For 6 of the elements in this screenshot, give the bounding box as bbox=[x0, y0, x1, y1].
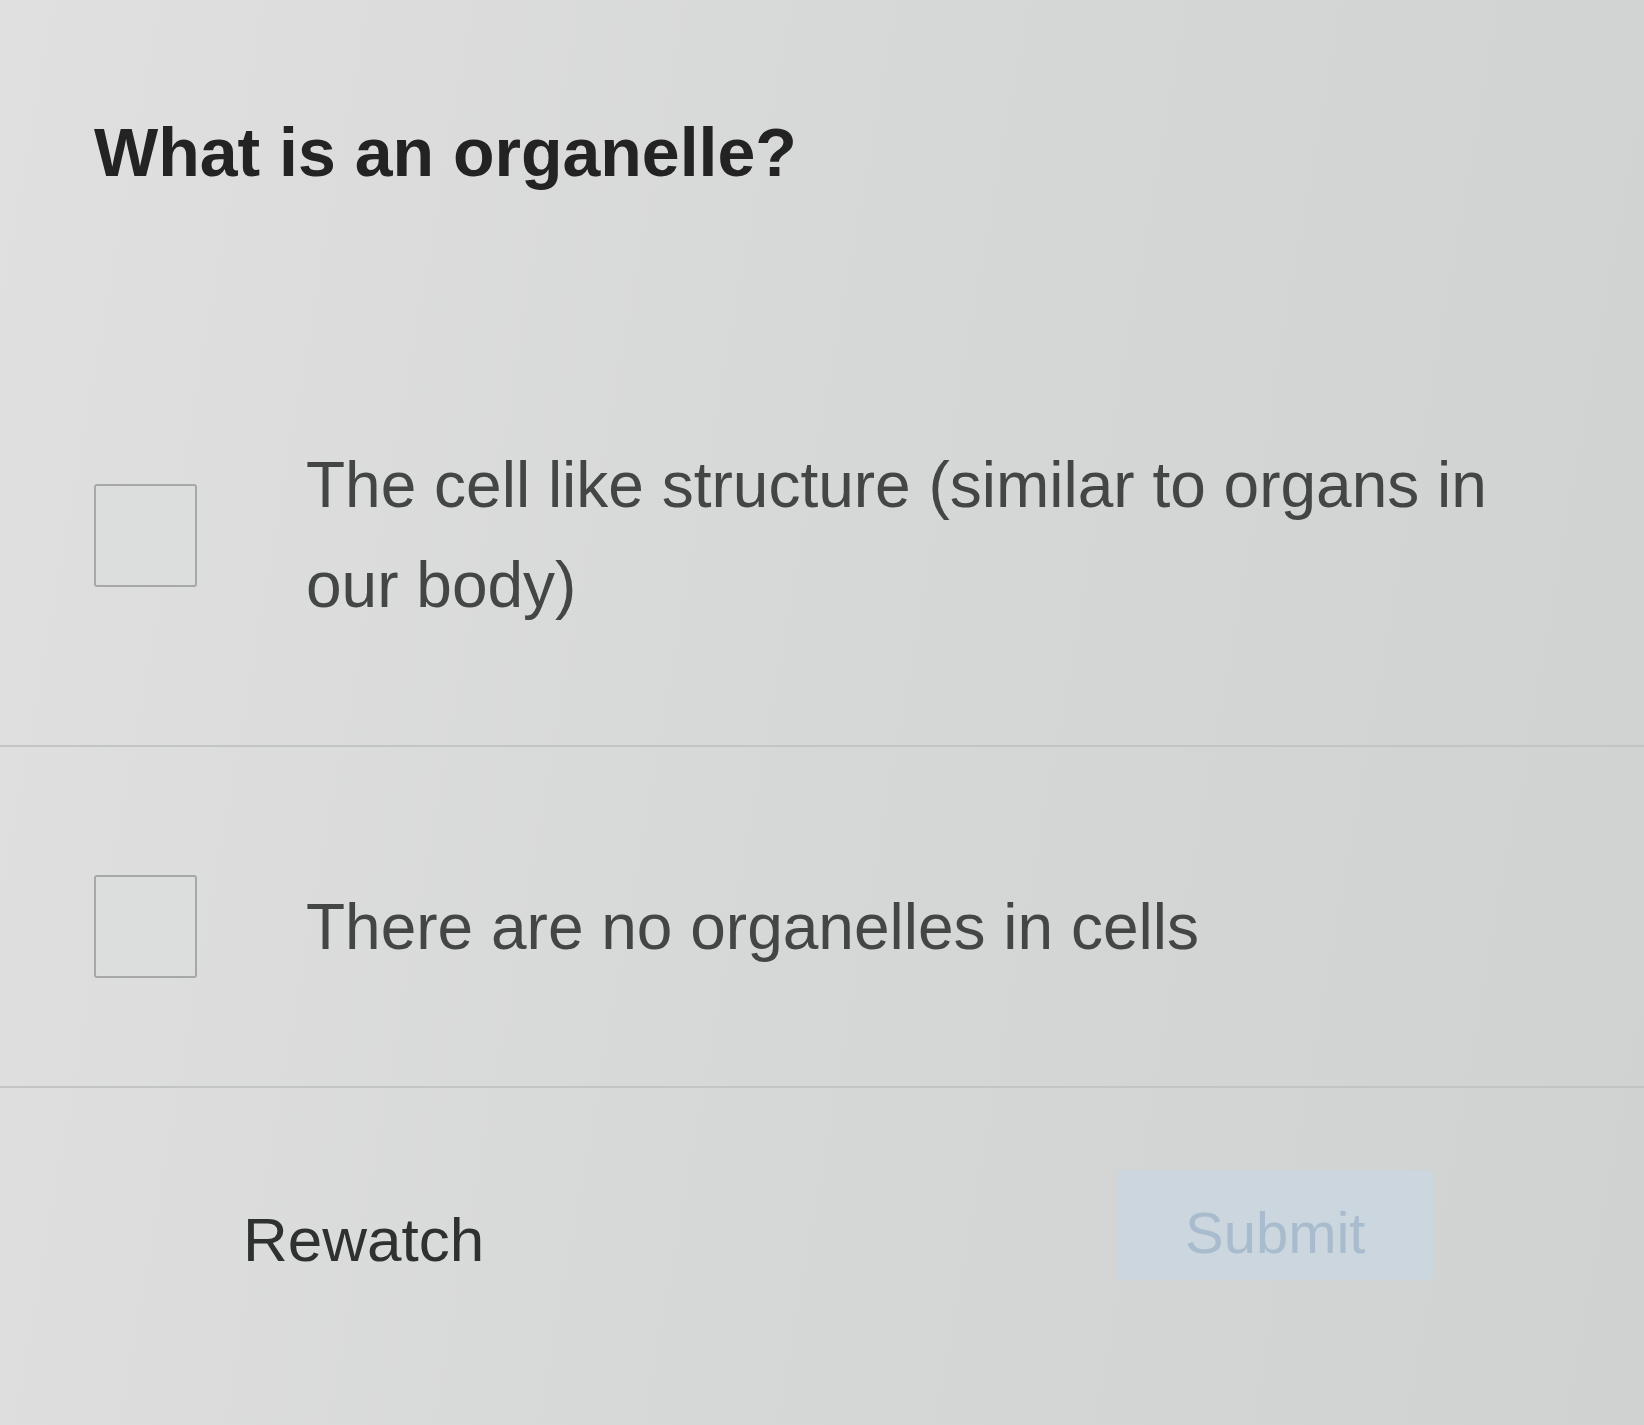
question-title: What is an organelle? bbox=[94, 113, 797, 192]
checkbox[interactable] bbox=[94, 483, 197, 587]
option-label: The cell like structure (similar to organs in our body) bbox=[306, 448, 1488, 623]
rewatch-link[interactable]: Rewatch bbox=[243, 1204, 485, 1276]
option-label: There are no organelles in cells bbox=[306, 889, 1200, 965]
checkbox[interactable] bbox=[94, 875, 197, 978]
